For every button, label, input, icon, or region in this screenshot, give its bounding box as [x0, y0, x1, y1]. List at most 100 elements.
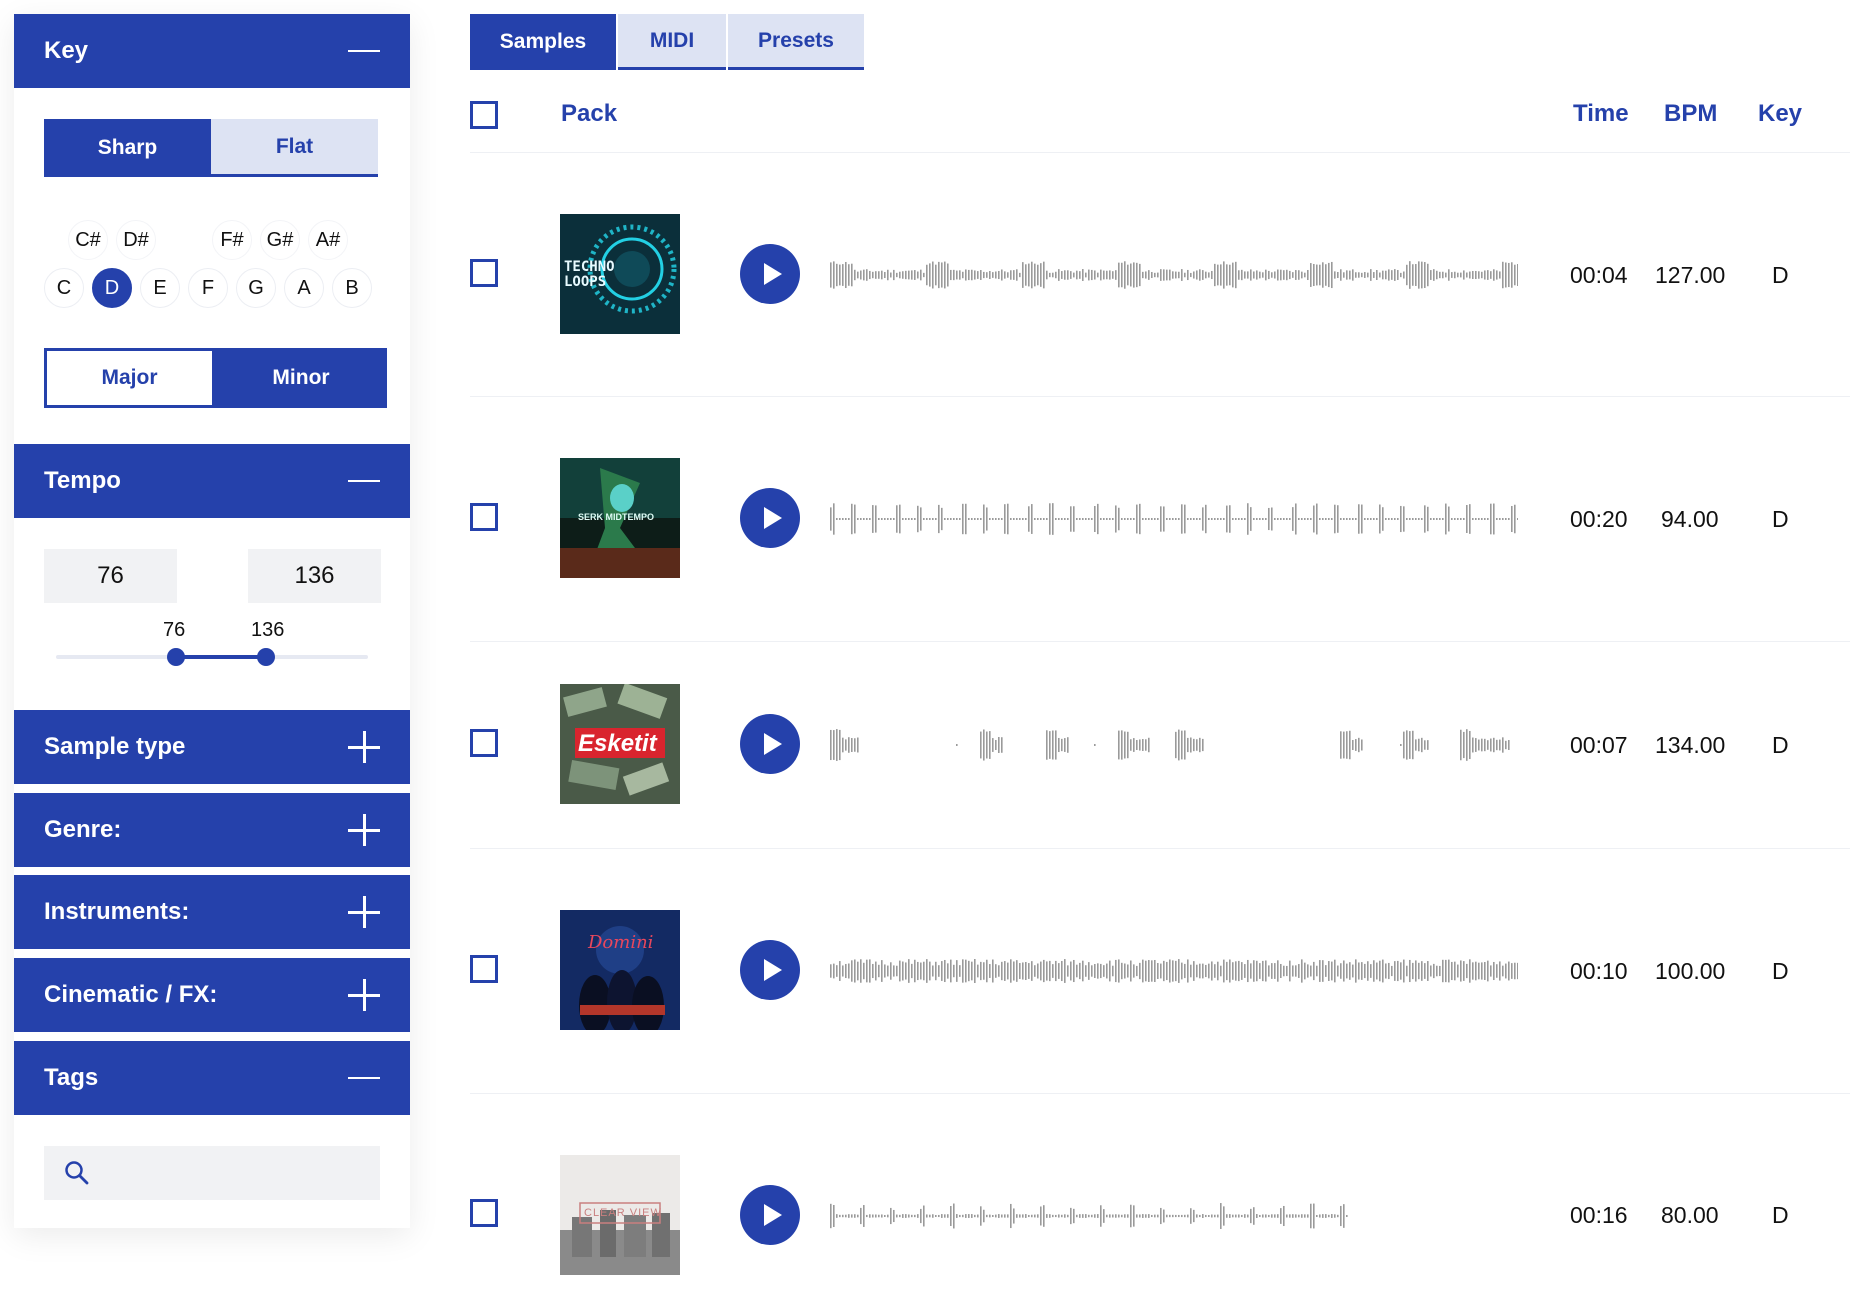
row-bpm: 134.00	[1655, 732, 1726, 758]
cinematic-fx-panel-header[interactable]: Cinematic / FX:	[14, 958, 410, 1032]
tempo-panel-title: Tempo	[44, 467, 121, 494]
note-d-selected[interactable]: D	[92, 268, 132, 308]
accidental-toggle: Sharp Flat	[44, 119, 378, 177]
expand-plus-icon[interactable]	[348, 731, 380, 763]
column-header-bpm[interactable]: BPM	[1664, 100, 1717, 128]
tempo-min-input[interactable]: 76	[44, 549, 177, 603]
genre-panel-header[interactable]: Genre:	[14, 793, 410, 867]
note-d-sharp[interactable]: D#	[116, 220, 156, 260]
waveform-5[interactable]	[828, 1196, 1518, 1236]
row-bpm: 94.00	[1661, 506, 1719, 532]
note-c-sharp[interactable]: C#	[68, 220, 108, 260]
pack-cover-text: Esketit	[578, 730, 657, 757]
play-button[interactable]	[740, 488, 800, 548]
note-b[interactable]: B	[332, 268, 372, 308]
key-panel-header[interactable]: Key	[14, 14, 410, 88]
collapse-minus-icon[interactable]	[348, 1062, 380, 1094]
play-button[interactable]	[740, 714, 800, 774]
column-header-key[interactable]: Key	[1758, 100, 1802, 128]
column-header-time[interactable]: Time	[1573, 100, 1629, 128]
waveform-1[interactable]	[828, 255, 1518, 295]
row-time: 00:04	[1570, 262, 1628, 288]
tags-search-box	[44, 1146, 380, 1200]
note-g-sharp[interactable]: G#	[260, 220, 300, 260]
pack-cover-text: CLEAR VIEW	[584, 1207, 662, 1219]
instruments-panel-header[interactable]: Instruments:	[14, 875, 410, 949]
row-bpm: 80.00	[1661, 1202, 1719, 1228]
tags-search-input[interactable]	[102, 1161, 372, 1185]
pack-cover-text: TECHNO LOOPS	[564, 259, 615, 290]
tab-samples[interactable]: Samples	[470, 14, 616, 70]
flat-button[interactable]: Flat	[211, 119, 378, 177]
row-divider	[470, 848, 1850, 849]
pack-cover-text: SERK MIDTEMPO	[578, 512, 655, 522]
pack-cover-image	[560, 910, 680, 1030]
row-bpm: 127.00	[1655, 262, 1726, 288]
pack-cover-text: Domini	[588, 932, 654, 953]
cinematic-fx-panel-title: Cinematic / FX:	[44, 981, 218, 1008]
sample-type-panel-header[interactable]: Sample type	[14, 710, 410, 784]
slider-min-label: 76	[163, 619, 186, 641]
pack-cover[interactable]: Esketit	[560, 684, 680, 804]
row-checkbox[interactable]	[470, 955, 498, 983]
row-time: 00:07	[1570, 732, 1628, 758]
row-checkbox[interactable]	[470, 503, 498, 531]
waveform-4[interactable]	[828, 951, 1518, 991]
expand-plus-icon[interactable]	[348, 814, 380, 846]
note-a[interactable]: A	[284, 268, 324, 308]
expand-plus-icon[interactable]	[348, 896, 380, 928]
note-g[interactable]: G	[236, 268, 276, 308]
tab-midi[interactable]: MIDI	[618, 14, 726, 70]
row-time: 00:20	[1570, 506, 1628, 532]
tab-presets[interactable]: Presets	[728, 14, 864, 70]
tempo-panel-header[interactable]: Tempo	[14, 444, 410, 518]
tempo-max-input[interactable]: 136	[248, 549, 381, 603]
row-checkbox[interactable]	[470, 1199, 498, 1227]
pack-cover[interactable]: SERK MIDTEMPO	[560, 458, 680, 578]
row-key: D	[1772, 1202, 1789, 1228]
collapse-minus-icon[interactable]	[348, 465, 380, 497]
row-key: D	[1772, 506, 1789, 532]
row-checkbox[interactable]	[470, 259, 498, 287]
row-divider	[470, 1093, 1850, 1094]
minor-button[interactable]: Minor	[215, 348, 387, 408]
header-divider	[470, 152, 1850, 153]
waveform-2[interactable]	[828, 499, 1518, 539]
major-button[interactable]: Major	[44, 348, 215, 408]
row-key: D	[1772, 262, 1789, 288]
play-button[interactable]	[740, 940, 800, 1000]
search-icon	[65, 1161, 89, 1185]
select-all-checkbox[interactable]	[470, 101, 498, 129]
note-a-sharp[interactable]: A#	[308, 220, 348, 260]
tempo-slider-range	[176, 655, 270, 659]
expand-plus-icon[interactable]	[348, 979, 380, 1011]
tags-panel-title: Tags	[44, 1064, 99, 1091]
pack-cover[interactable]: TECHNO LOOPS	[560, 214, 680, 334]
row-time: 00:10	[1570, 958, 1628, 984]
sample-type-panel-title: Sample type	[44, 733, 186, 760]
collapse-minus-icon[interactable]	[348, 35, 380, 67]
note-f[interactable]: F	[188, 268, 228, 308]
note-c[interactable]: C	[44, 268, 84, 308]
pack-cover[interactable]: Domini	[560, 910, 680, 1030]
tempo-slider-min-handle[interactable]	[167, 648, 185, 666]
column-header-pack[interactable]: Pack	[561, 100, 617, 128]
waveform-3[interactable]	[828, 725, 1518, 765]
key-panel-title: Key	[44, 37, 89, 64]
note-e[interactable]: E	[140, 268, 180, 308]
row-key: D	[1772, 958, 1789, 984]
note-f-sharp[interactable]: F#	[212, 220, 252, 260]
tags-panel-header[interactable]: Tags	[14, 1041, 410, 1115]
tempo-slider-max-handle[interactable]	[257, 648, 275, 666]
row-divider	[470, 641, 1850, 642]
sharp-button[interactable]: Sharp	[44, 119, 211, 177]
row-bpm: 100.00	[1655, 958, 1726, 984]
play-button[interactable]	[740, 244, 800, 304]
play-button[interactable]	[740, 1185, 800, 1245]
content-tabs: Samples MIDI Presets	[470, 14, 864, 70]
row-divider	[470, 396, 1850, 397]
genre-panel-title: Genre:	[44, 816, 122, 843]
pack-cover[interactable]: CLEAR VIEW	[560, 1155, 680, 1275]
scale-toggle: Major Minor	[44, 348, 387, 408]
row-checkbox[interactable]	[470, 729, 498, 757]
